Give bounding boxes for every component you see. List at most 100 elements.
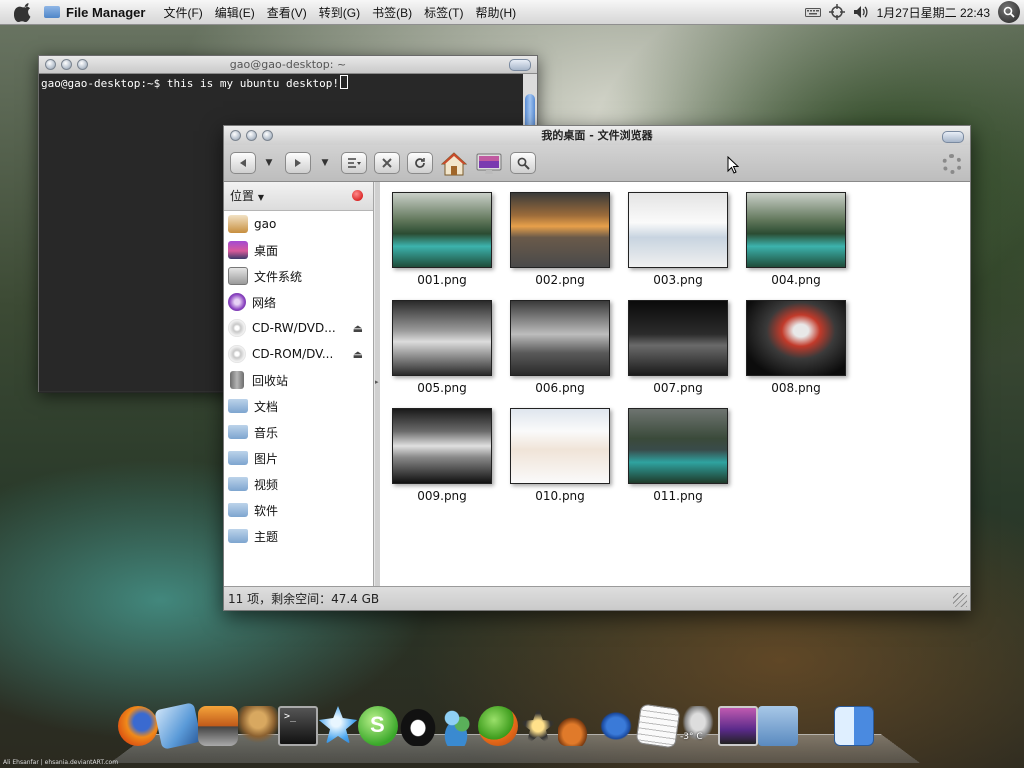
file-item[interactable]: 007.png: [628, 300, 728, 400]
clock[interactable]: 1月27日星期二 22:43: [877, 4, 990, 21]
resize-grip-icon[interactable]: [953, 593, 967, 607]
back-button[interactable]: [230, 152, 256, 174]
volume-icon[interactable]: [853, 5, 869, 19]
sidebar-item-home[interactable]: gao: [224, 211, 373, 237]
qq-icon[interactable]: [398, 706, 438, 746]
window-controls: [45, 59, 93, 70]
up-button[interactable]: [341, 152, 367, 174]
file-name: 009.png: [417, 489, 467, 503]
stop-button[interactable]: [374, 152, 400, 174]
mail-icon[interactable]: [154, 702, 202, 750]
writer-icon[interactable]: [598, 706, 638, 746]
toolbar-toggle-button[interactable]: [942, 131, 964, 143]
back-arrow-icon: [240, 159, 246, 167]
reload-button[interactable]: [407, 152, 433, 174]
sidebar-item-label: CD-ROM/DV...: [252, 347, 334, 361]
close-button[interactable]: [230, 130, 241, 141]
sidebar-item-trash[interactable]: 回收站: [224, 367, 373, 393]
sidebar-item-label: 桌面: [254, 243, 279, 258]
menu-view[interactable]: 查看(V): [261, 4, 313, 21]
sidebar-header[interactable]: 位置 ▼: [224, 182, 373, 211]
sidebar-item-label: CD-RW/DVD...: [252, 321, 336, 335]
file-manager-window: 我的桌面 - 文件浏览器 ▼ ▼ 位置 ▼ gao 桌面 文件系统 网络 CD-…: [223, 125, 971, 611]
menu-file[interactable]: 文件(F): [157, 4, 208, 21]
menu-bookmarks[interactable]: 书签(B): [366, 4, 418, 21]
star-icon[interactable]: [518, 706, 558, 746]
chat-icon[interactable]: [318, 706, 358, 744]
network-status-icon[interactable]: [828, 4, 845, 20]
home-icon[interactable]: [441, 151, 467, 177]
search-button[interactable]: [510, 152, 536, 174]
maximize-button[interactable]: [77, 59, 88, 70]
eject-icon[interactable]: ⏏: [353, 322, 363, 335]
skype-icon[interactable]: S: [358, 706, 398, 746]
sidebar-item-cd-rw[interactable]: CD-RW/DVD... ⏏: [224, 315, 373, 341]
app-menu[interactable]: File Manager: [44, 5, 145, 20]
file-item[interactable]: 004.png: [746, 192, 846, 292]
sidebar-item-software[interactable]: 软件: [224, 497, 373, 523]
file-item[interactable]: 011.png: [628, 408, 728, 508]
text-editor-icon[interactable]: [635, 703, 681, 749]
amsn-icon[interactable]: [478, 706, 518, 746]
maximize-button[interactable]: [262, 130, 273, 141]
file-name: 002.png: [535, 273, 585, 287]
monitor-icon[interactable]: [718, 706, 758, 746]
sidebar-item-pictures[interactable]: 图片: [224, 445, 373, 471]
sidebar-item-documents[interactable]: 文档: [224, 393, 373, 419]
apple-menu-icon[interactable]: [14, 2, 34, 22]
file-item[interactable]: 010.png: [510, 408, 610, 508]
photo-icon[interactable]: [198, 706, 238, 746]
sidebar-item-videos[interactable]: 视频: [224, 471, 373, 497]
sidebar-item-themes[interactable]: 主题: [224, 523, 373, 549]
search-icon[interactable]: [998, 1, 1020, 23]
close-sidebar-icon[interactable]: [352, 190, 363, 201]
terminal-icon[interactable]: >_: [278, 706, 318, 746]
toolbar: ▼ ▼: [224, 145, 970, 182]
sidebar-item-filesystem[interactable]: 文件系统: [224, 263, 373, 289]
image-thumbnail: [392, 300, 492, 376]
apps-folder-icon[interactable]: [758, 706, 798, 746]
file-manager-titlebar[interactable]: 我的桌面 - 文件浏览器: [224, 126, 970, 145]
toolbar-toggle-button[interactable]: [509, 59, 531, 71]
wallpaper-credit: Ali Ehsanfar | ehsania.deviantART.com: [3, 759, 119, 766]
trash-icon: [230, 371, 244, 389]
menu-edit[interactable]: 编辑(E): [209, 4, 261, 21]
gimp-icon[interactable]: [238, 706, 278, 746]
keyboard-icon[interactable]: [804, 5, 821, 19]
list-icon: [348, 158, 361, 168]
file-item[interactable]: 001.png: [392, 192, 492, 292]
weather-icon[interactable]: -3° C: [678, 706, 718, 746]
sidebar-item-cd-rom[interactable]: CD-ROM/DV... ⏏: [224, 341, 373, 367]
guitar-icon[interactable]: [558, 706, 598, 746]
finder-icon[interactable]: [834, 706, 874, 746]
menu-tabs[interactable]: 标签(T): [418, 4, 469, 21]
minimize-button[interactable]: [246, 130, 257, 141]
messenger-icon[interactable]: [438, 706, 478, 746]
folder-icon: [228, 399, 248, 413]
menu-go[interactable]: 转到(G): [313, 4, 366, 21]
desktop-icon: [228, 241, 248, 259]
file-view[interactable]: 001.png 002.png 003.png 004.png 005.png …: [380, 182, 970, 586]
close-button[interactable]: [45, 59, 56, 70]
menu-help[interactable]: 帮助(H): [469, 4, 522, 21]
chevron-down-icon: ▼: [257, 193, 264, 202]
forward-button[interactable]: [285, 152, 311, 174]
file-item[interactable]: 003.png: [628, 192, 728, 292]
eject-icon[interactable]: ⏏: [353, 348, 363, 361]
file-item[interactable]: 005.png: [392, 300, 492, 400]
forward-history-dropdown[interactable]: ▼: [320, 152, 330, 174]
file-item[interactable]: 009.png: [392, 408, 492, 508]
file-item[interactable]: 002.png: [510, 192, 610, 292]
minimize-button[interactable]: [61, 59, 72, 70]
back-history-dropdown[interactable]: ▼: [264, 152, 274, 174]
sidebar-item-network[interactable]: 网络: [224, 289, 373, 315]
terminal-titlebar[interactable]: gao@gao-desktop: ~: [39, 56, 537, 74]
computer-icon[interactable]: [476, 153, 502, 175]
sidebar-item-music[interactable]: 音乐: [224, 419, 373, 445]
firefox-icon[interactable]: [118, 706, 158, 746]
file-item[interactable]: 008.png: [746, 300, 846, 400]
sidebar-item-desktop[interactable]: 桌面: [224, 237, 373, 263]
filesystem-icon: [228, 267, 248, 285]
file-name: 010.png: [535, 489, 585, 503]
file-item[interactable]: 006.png: [510, 300, 610, 400]
